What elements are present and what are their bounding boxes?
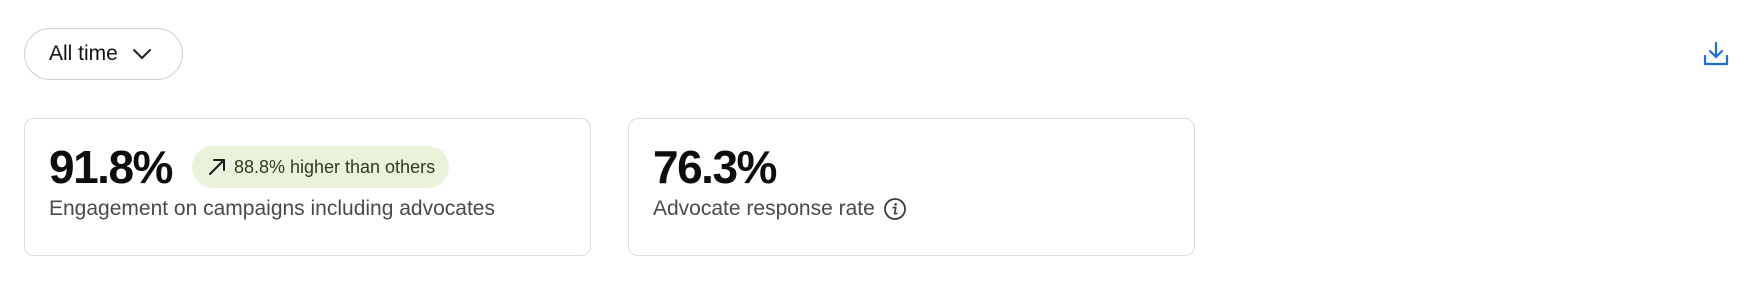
time-filter-label: All time (49, 42, 118, 65)
engagement-description-text: Engagement on campaigns including advoca… (49, 197, 495, 220)
engagement-description: Engagement on campaigns including advoca… (49, 197, 495, 221)
download-icon (1702, 40, 1730, 68)
info-icon[interactable] (883, 197, 907, 221)
response-rate-value: 76.3% (653, 141, 777, 193)
comparison-badge-text: 88.8% higher than others (233, 156, 436, 177)
time-filter-dropdown[interactable]: All time (24, 28, 183, 80)
response-rate-description: Advocate response rate (653, 197, 907, 221)
arrow-up-right-icon (206, 156, 228, 178)
comparison-badge: 88.8% higher than others (191, 146, 450, 188)
chevron-down-icon (132, 44, 152, 64)
metric-card-engagement: 91.8% 88.8% higher than others Engagemen… (24, 118, 591, 256)
metric-card-response-rate: 76.3% Advocate response rate (628, 118, 1195, 256)
engagement-value: 91.8% (49, 141, 173, 193)
response-rate-description-text: Advocate response rate (653, 197, 875, 220)
download-button[interactable] (1700, 38, 1732, 70)
